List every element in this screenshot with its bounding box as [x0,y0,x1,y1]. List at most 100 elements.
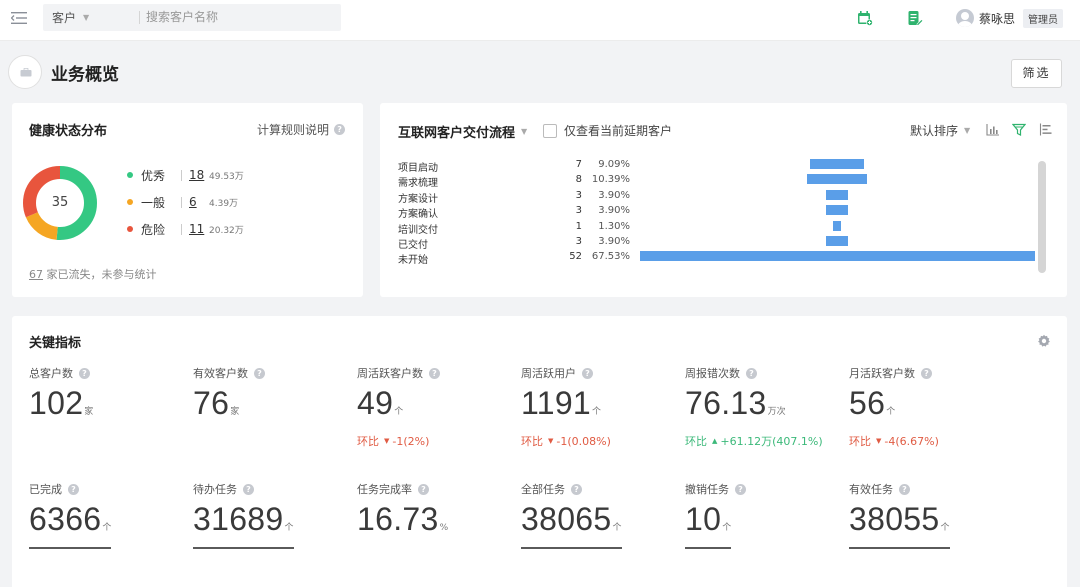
metric-value[interactable]: 38065个 [521,501,622,549]
legend-amount: 4.39万 [209,198,239,209]
metrics-title: 关键指标 [29,336,82,351]
status-dot-icon [127,199,133,205]
metric-trend: 环比 ▲ +61.12万(407.1%) [685,433,845,449]
stage-count: 3 [575,189,582,201]
metric-label: 待办任务? [193,482,353,496]
lost-count-link[interactable]: 67 [29,268,43,281]
metric-item: 任务完成率? 16.73% [357,482,517,546]
help-icon[interactable]: ? [243,483,254,495]
metric-label: 全部任务? [521,482,681,496]
user-menu[interactable]: 蔡咏思 管理员 [956,8,1064,28]
horizontal-bar-icon[interactable] [1039,123,1053,136]
legend-amount: 49.53万 [209,171,244,182]
health-total: 35 [51,195,69,210]
metric-item: 有效任务? 38055个 [849,482,1009,549]
help-icon[interactable]: ? [899,483,910,495]
report-edit-icon[interactable] [907,10,923,26]
checkbox-box[interactable] [543,123,557,138]
help-icon[interactable]: ? [735,483,746,495]
stage-bar[interactable] [639,251,1035,262]
metric-label: 有效任务? [849,482,1009,496]
briefcase-icon [20,68,32,77]
metric-label-text: 待办任务 [193,483,237,496]
metric-item: 月活跃客户数? 56个 环比 ▼ -4(6.67%) [849,366,1009,449]
stage-count: 1 [575,220,582,232]
metric-number: 102 [29,385,84,421]
metric-value: 76家 [193,385,239,430]
metric-item: 全部任务? 38065个 [521,482,681,549]
flow-select[interactable]: 互联网客户交付流程 ▼ [398,122,527,141]
status-dot-icon [127,226,133,232]
calendar-add-icon[interactable] [857,10,873,26]
metric-value[interactable]: 31689个 [193,501,294,549]
metric-item: 已完成? 6366个 [29,482,189,549]
stage-percent: 1.30% [598,220,630,232]
chevron-down-icon: ▼ [83,13,90,22]
metric-label-text: 周报错次数 [685,367,740,380]
help-icon[interactable]: ? [79,367,90,379]
metric-value: 56个 [849,385,895,430]
legend-divider [181,169,182,181]
stage-list-scrollbar[interactable] [1038,161,1046,273]
help-icon[interactable]: ? [746,367,757,379]
help-icon[interactable]: ? [921,367,932,379]
trend-label: 环比 [685,435,707,448]
stage-name: 需求梳理 [398,178,438,190]
stage-bar[interactable] [810,159,864,169]
stage-name: 已交付 [398,240,428,251]
search-scope-select[interactable]: 客户 ▼ [52,9,89,26]
legend-label: 危险 [141,222,166,237]
bar-chart-icon[interactable] [986,123,1000,136]
metric-label: 撤销任务? [685,482,845,496]
lost-note-text: 家已流失，未参与统计 [46,268,157,281]
stage-bar[interactable] [833,220,841,231]
filter-button[interactable]: 筛选 [1011,59,1062,88]
legend-count-link[interactable]: 18 [189,168,209,182]
help-icon[interactable]: ? [571,483,582,495]
sort-select[interactable]: 默认排序 ▼ [910,122,970,139]
help-icon[interactable]: ? [582,367,593,379]
trend-label: 环比 [521,435,543,448]
metric-number: 10 [685,501,722,537]
legend-count-link[interactable]: 11 [189,222,209,236]
legend-count-link[interactable]: 6 [189,195,209,209]
gear-icon[interactable] [1037,334,1051,348]
metric-value: 49个 [357,385,403,430]
help-icon[interactable]: ? [68,483,79,495]
stage-bar[interactable] [825,205,849,216]
metric-number: 16.73 [357,501,439,537]
metric-value[interactable]: 38055个 [849,501,950,549]
health-card-title: 健康状态分布 [29,124,108,139]
metric-label: 已完成? [29,482,189,496]
metric-number: 6366 [29,501,102,537]
delayed-only-checkbox[interactable]: 仅查看当前延期客户 [543,122,672,139]
legend-label: 一般 [141,195,166,210]
metric-unit: % [439,523,449,533]
stage-name: 方案设计 [398,193,438,205]
metric-item: 待办任务? 31689个 [193,482,353,549]
funnel-icon[interactable] [1012,123,1026,136]
metric-trend: 环比 ▼ -1(2%) [357,433,517,449]
stage-bar[interactable] [825,189,849,200]
trend-value: -4(6.67%) [884,434,939,448]
metric-value: 102家 [29,385,93,430]
stage-bar[interactable] [825,236,849,246]
user-name: 蔡咏思 [979,11,1016,26]
stage-count: 8 [575,174,582,186]
chevron-down-icon: ▼ [521,127,528,136]
help-icon[interactable]: ? [429,367,440,379]
metric-value[interactable]: 10个 [685,501,732,549]
metric-label: 总客户数? [29,366,189,380]
help-icon[interactable]: ? [254,367,265,379]
stage-percent: 67.53% [591,251,630,263]
metric-number: 76 [193,385,230,421]
search-input[interactable] [146,7,336,27]
stage-bar[interactable] [806,174,868,185]
stage-percent: 3.90% [598,205,630,217]
menu-toggle-icon[interactable] [11,11,27,25]
calc-rule-link[interactable]: 计算规则说明 ? [257,121,346,138]
help-icon[interactable]: ? [418,483,429,495]
legend-divider [181,196,182,208]
flow-title: 互联网客户交付流程 [398,126,516,141]
metric-value[interactable]: 6366个 [29,501,112,549]
